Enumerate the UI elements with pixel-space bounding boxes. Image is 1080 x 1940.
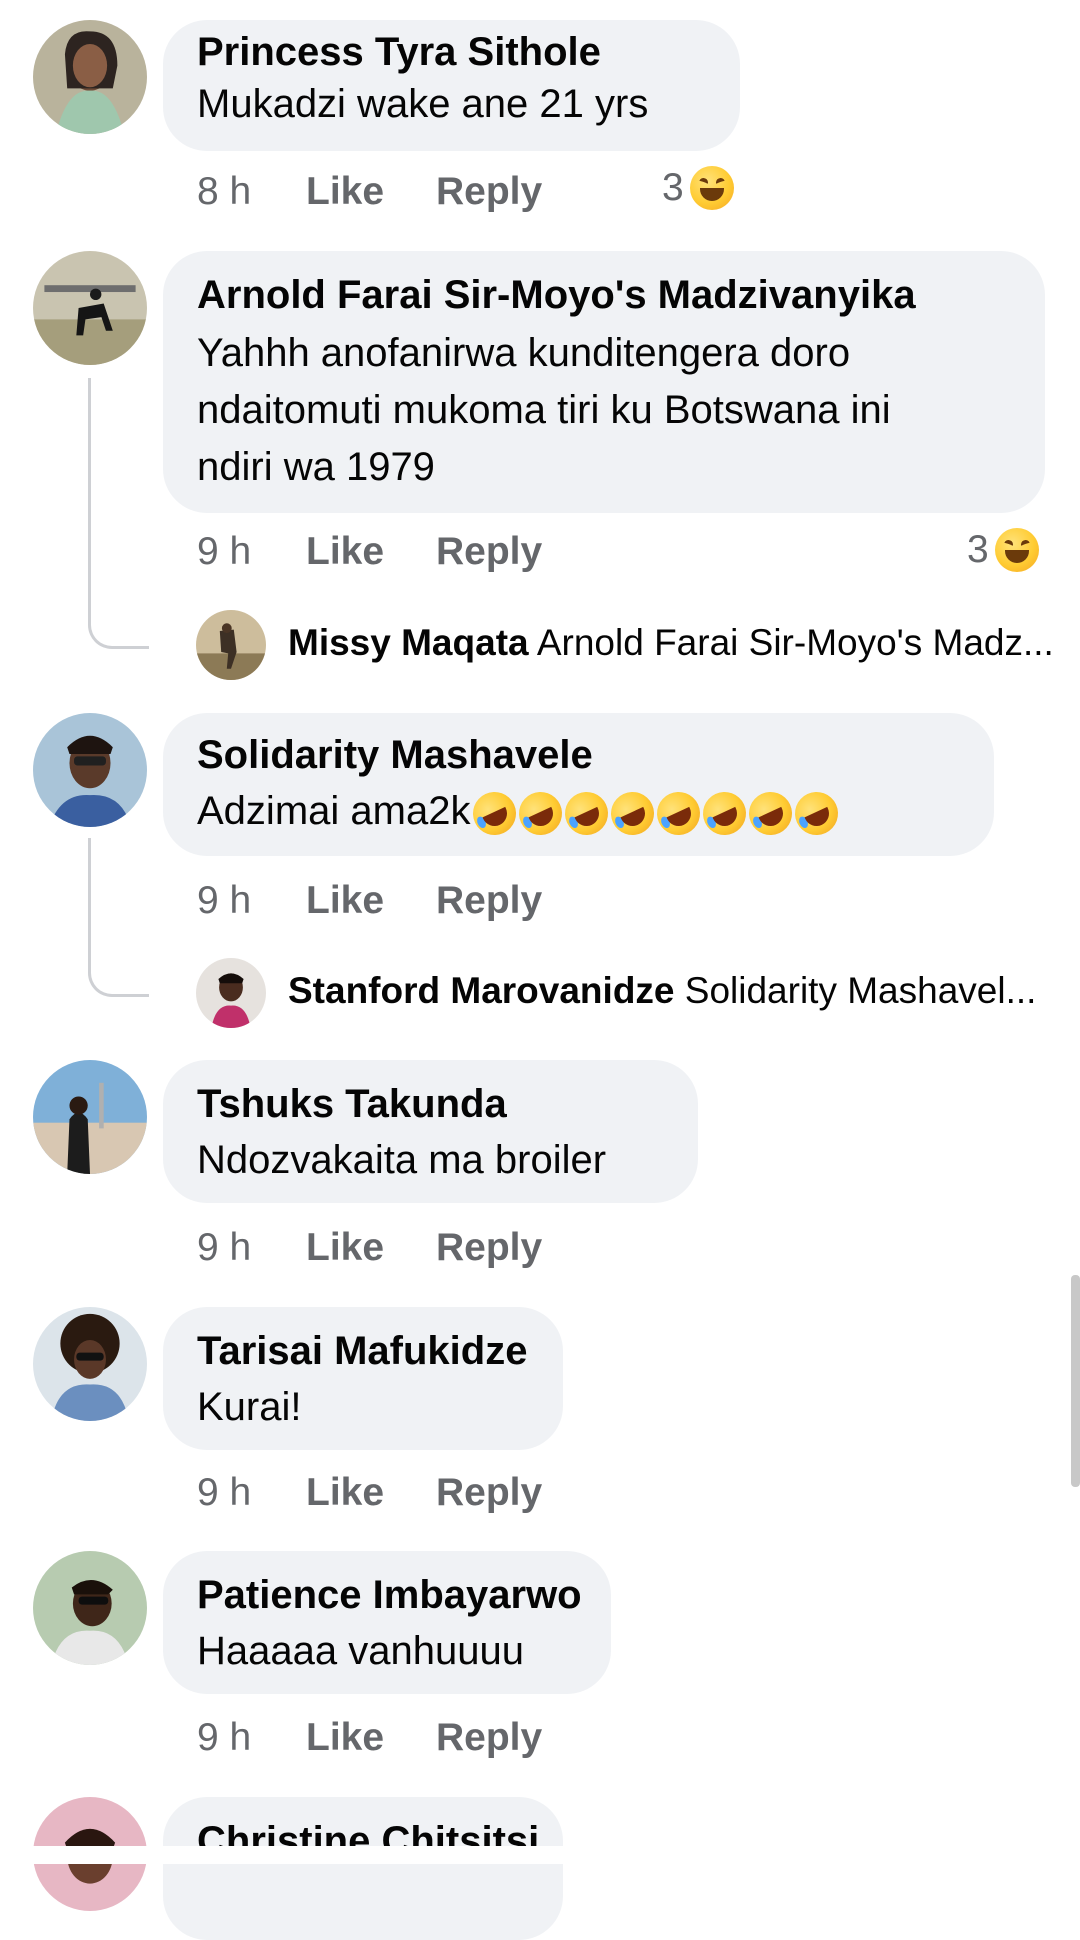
comment-bubble: Arnold Farai Sir-Moyo's Madzivanyika Yah… (163, 251, 1045, 513)
reply-button[interactable]: Reply (436, 1226, 542, 1270)
reply-author[interactable]: Stanford Marovanidze (288, 970, 675, 1011)
like-button[interactable]: Like (306, 1716, 384, 1760)
avatar[interactable] (33, 1307, 147, 1421)
like-button[interactable]: Like (306, 170, 384, 214)
thread-connector (88, 838, 149, 997)
rolling-on-floor-laughing-icon (696, 784, 754, 843)
avatar[interactable] (33, 1551, 147, 1665)
reaction-summary[interactable]: 3 (967, 528, 1039, 572)
rolling-on-floor-laughing-icon (558, 784, 616, 843)
comment-time[interactable]: 8 h (197, 170, 251, 214)
comment-text: Ndozvakaita ma broiler (197, 1138, 607, 1182)
laughing-face-icon (994, 528, 1039, 572)
comment-time[interactable]: 9 h (197, 1471, 251, 1515)
comment-author[interactable]: Solidarity Mashavele (197, 733, 593, 778)
avatar[interactable] (33, 1060, 147, 1174)
comment-text: Mukadzi wake ane 21 yrs (197, 82, 649, 126)
avatar[interactable] (196, 610, 266, 680)
avatar[interactable] (33, 20, 147, 134)
reply-button[interactable]: Reply (436, 1716, 542, 1760)
reply-preview[interactable]: Stanford Marovanidze Solidarity Mashavel… (288, 970, 1036, 1012)
like-button[interactable]: Like (306, 879, 384, 923)
reply-preview[interactable]: Missy Maqata Arnold Farai Sir-Moyo's Mad… (288, 622, 1054, 664)
rolling-on-floor-laughing-icon (742, 784, 800, 843)
comment-author[interactable]: Tarisai Mafukidze (197, 1329, 527, 1374)
comment-time[interactable]: 9 h (197, 1226, 251, 1270)
avatar[interactable] (33, 713, 147, 827)
reply-text: Arnold Farai Sir-Moyo's Madz... (536, 622, 1054, 663)
rolling-on-floor-laughing-icon (512, 784, 570, 843)
bottom-fade (0, 1846, 1080, 1864)
avatar[interactable] (196, 958, 266, 1028)
comment-text: Kurai! (197, 1385, 302, 1429)
comment-text-content: Adzimai ama2k (197, 789, 471, 833)
comment-bubble: Patience Imbayarwo Haaaaa vanhuuuu (163, 1551, 611, 1694)
comment-author[interactable]: Arnold Farai Sir-Moyo's Madzivanyika (197, 273, 916, 318)
reaction-summary[interactable]: 3 (662, 166, 734, 210)
comment-time[interactable]: 9 h (197, 1716, 251, 1760)
comment-bubble: Princess Tyra Sithole Mukadzi wake ane 2… (163, 20, 740, 151)
reaction-count: 3 (967, 528, 989, 571)
like-button[interactable]: Like (306, 1226, 384, 1270)
reply-text: Solidarity Mashavel... (684, 970, 1037, 1011)
comment-bubble: Tarisai Mafukidze Kurai! (163, 1307, 563, 1450)
comment-time[interactable]: 9 h (197, 530, 251, 574)
reply-button[interactable]: Reply (436, 879, 542, 923)
rolling-on-floor-laughing-icon (650, 784, 708, 843)
comment-author[interactable]: Tshuks Takunda (197, 1082, 507, 1127)
comment-bubble: Tshuks Takunda Ndozvakaita ma broiler (163, 1060, 698, 1203)
comment-text-line: ndiri wa 1979 (197, 445, 435, 489)
reply-button[interactable]: Reply (436, 170, 542, 214)
like-button[interactable]: Like (306, 1471, 384, 1515)
comment-text: Adzimai ama2k (197, 783, 846, 843)
like-button[interactable]: Like (306, 530, 384, 574)
thread-connector (88, 378, 149, 649)
comment-bubble: Solidarity Mashavele Adzimai ama2k (163, 713, 994, 856)
rolling-on-floor-laughing-icon (466, 784, 524, 843)
comment-text-line: Yahhh anofanirwa kunditengera doro (197, 331, 851, 375)
reply-button[interactable]: Reply (436, 1471, 542, 1515)
rolling-on-floor-laughing-icon (788, 784, 846, 843)
scrollbar[interactable] (1071, 1275, 1080, 1487)
comment-author[interactable]: Patience Imbayarwo (197, 1573, 582, 1618)
reply-author[interactable]: Missy Maqata (288, 622, 529, 663)
comment-time[interactable]: 9 h (197, 879, 251, 923)
rolling-on-floor-laughing-icon (604, 784, 662, 843)
reply-button[interactable]: Reply (436, 530, 542, 574)
comment-author[interactable]: Princess Tyra Sithole (197, 30, 601, 75)
comment-text: Haaaaa vanhuuuu (197, 1629, 524, 1673)
reaction-count: 3 (662, 166, 684, 209)
avatar[interactable] (33, 251, 147, 365)
comment-text-line: ndaitomuti mukoma tiri ku Botswana ini (197, 388, 891, 432)
comment-bubble: Christine Chitsitsi (163, 1797, 563, 1940)
laughing-face-icon (689, 166, 734, 210)
